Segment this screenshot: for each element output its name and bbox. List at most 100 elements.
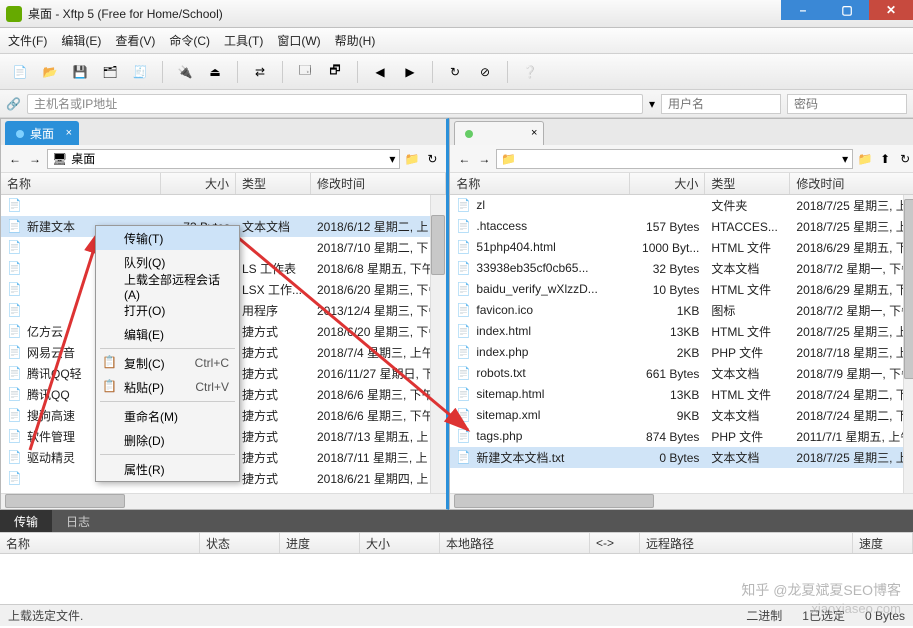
menu-command[interactable]: 命令(C)	[169, 32, 210, 49]
xcol-speed[interactable]: 速度	[853, 533, 913, 553]
separator	[100, 401, 235, 402]
close-icon[interactable]: ×	[66, 127, 72, 139]
table-row[interactable]: 📄.htaccess157 BytesHTACCES...2018/7/25 星…	[450, 216, 913, 237]
context-menu-item[interactable]: 打开(O)	[96, 298, 239, 322]
scrollbar-h[interactable]	[450, 493, 913, 509]
password-input[interactable]	[787, 94, 907, 114]
tb-help-icon[interactable]: ❔	[518, 60, 542, 84]
tab-log[interactable]: 日志	[52, 510, 104, 532]
tb-newwin-icon[interactable]: 🗔	[293, 60, 317, 84]
xcol-remote[interactable]: 远程路径	[640, 533, 853, 553]
table-row[interactable]: 📄sitemap.xml9KB文本文档2018/7/24 星期二, 下	[450, 405, 913, 426]
menu-help[interactable]: 帮助(H)	[335, 32, 376, 49]
titlebar: 桌面 - Xftp 5 (Free for Home/School) – ▢ ✕	[0, 0, 913, 28]
table-row[interactable]: 📄新建文本文档.txt0 Bytes文本文档2018/7/25 星期三, 上	[450, 447, 913, 468]
tb-transfer-icon[interactable]: ⇄	[248, 60, 272, 84]
maximize-button[interactable]: ▢	[825, 0, 869, 20]
xcol-size[interactable]: 大小	[360, 533, 440, 553]
up-icon[interactable]: ⬆	[877, 151, 893, 167]
close-button[interactable]: ✕	[869, 0, 913, 20]
table-row[interactable]: 📄	[1, 195, 446, 216]
col-name[interactable]: 名称	[450, 173, 630, 194]
dropdown-icon[interactable]: ▾	[649, 97, 655, 111]
col-type[interactable]: 类型	[705, 173, 790, 194]
col-name[interactable]: 名称	[1, 173, 161, 194]
newfolder-icon[interactable]: 📁	[857, 151, 873, 167]
menu-edit[interactable]: 编辑(E)	[61, 32, 101, 49]
context-menu-item[interactable]: 重命名(M)	[96, 404, 239, 428]
refresh-icon[interactable]: ↻	[424, 151, 440, 167]
back-icon[interactable]: ←	[7, 151, 23, 167]
refresh-icon[interactable]: ↻	[897, 151, 913, 167]
local-tab[interactable]: 桌面 ×	[5, 121, 79, 145]
table-row[interactable]: 📄index.html13KBHTML 文件2018/7/25 星期三, 上	[450, 321, 913, 342]
table-row[interactable]: 📄favicon.ico1KB图标2018/7/2 星期一, 下午	[450, 300, 913, 321]
menu-view[interactable]: 查看(V)	[115, 32, 155, 49]
table-row[interactable]: 📄51php404.html1000 Byt...HTML 文件2018/6/2…	[450, 237, 913, 258]
table-row[interactable]: 📄baidu_verify_wXlzzD...10 BytesHTML 文件20…	[450, 279, 913, 300]
chevron-down-icon[interactable]: ▾	[842, 152, 848, 166]
context-menu-item[interactable]: 📋复制(C)Ctrl+C	[96, 351, 239, 375]
local-path-combo[interactable]: 🖥 桌面 ▾	[47, 149, 400, 169]
scrollbar-h[interactable]	[1, 493, 446, 509]
table-row[interactable]: 📄zl文件夹2018/7/25 星期三, 上	[450, 195, 913, 216]
local-nav: ← → 🖥 桌面 ▾ 📁 ↻	[1, 145, 446, 173]
remote-file-list[interactable]: 📄zl文件夹2018/7/25 星期三, 上📄.htaccess157 Byte…	[450, 195, 913, 493]
scrollbar[interactable]	[430, 195, 446, 493]
scrollbar[interactable]	[903, 195, 913, 493]
context-menu-item[interactable]: 📋粘贴(P)Ctrl+V	[96, 375, 239, 399]
link-icon: 🔗	[6, 97, 21, 111]
forward-icon[interactable]: →	[476, 151, 492, 167]
col-size[interactable]: 大小	[161, 173, 236, 194]
minimize-button[interactable]: –	[781, 0, 825, 20]
tb-save-icon[interactable]: 💾	[68, 60, 92, 84]
table-row[interactable]: 📄robots.txt661 Bytes文本文档2018/7/9 星期一, 下午	[450, 363, 913, 384]
context-menu-item[interactable]: 删除(D)	[96, 428, 239, 452]
tb-reconnect-icon[interactable]: 🔌	[173, 60, 197, 84]
username-input[interactable]	[661, 94, 781, 114]
col-date[interactable]: 修改时间	[311, 173, 446, 194]
chevron-down-icon[interactable]: ▾	[389, 152, 395, 166]
forward-icon[interactable]: →	[27, 151, 43, 167]
menu-window[interactable]: 窗口(W)	[277, 32, 320, 49]
xcol-local[interactable]: 本地路径	[440, 533, 590, 553]
remote-tab[interactable]: ×	[454, 121, 544, 145]
table-row[interactable]: 📄33938eb35cf0cb65...32 Bytes文本文档2018/7/2…	[450, 258, 913, 279]
tb-cascade-icon[interactable]: 🗗	[323, 60, 347, 84]
tb-forward-icon[interactable]: ▶	[398, 60, 422, 84]
menu-file[interactable]: 文件(F)	[8, 32, 47, 49]
context-menu-item[interactable]: 编辑(E)	[96, 322, 239, 346]
tb-back-icon[interactable]: ◀	[368, 60, 392, 84]
address-bar: 🔗 主机名或IP地址 ▾	[0, 90, 913, 118]
tb-props-icon[interactable]: 🧾	[128, 60, 152, 84]
xcol-name[interactable]: 名称	[0, 533, 200, 553]
close-icon[interactable]: ×	[531, 127, 537, 139]
col-date[interactable]: 修改时间	[790, 173, 913, 194]
tb-session-icon[interactable]: 🗂	[98, 60, 122, 84]
tab-transfer[interactable]: 传输	[0, 510, 52, 532]
remote-path-combo[interactable]: 📁 ▾	[496, 149, 853, 169]
table-row[interactable]: 📄sitemap.html13KBHTML 文件2018/7/24 星期二, 下	[450, 384, 913, 405]
tb-new-icon[interactable]: 📄	[8, 60, 32, 84]
separator	[100, 454, 235, 455]
context-menu-item[interactable]: 属性(R)	[96, 457, 239, 481]
host-input[interactable]: 主机名或IP地址	[27, 94, 643, 114]
ctx-label: 打开(O)	[124, 302, 165, 319]
col-size[interactable]: 大小	[630, 173, 705, 194]
xcol-status[interactable]: 状态	[200, 533, 280, 553]
context-menu-item[interactable]: 上载全部远程会话(A)	[96, 274, 239, 298]
table-row[interactable]: 📄tags.php874 BytesPHP 文件2011/7/1 星期五, 上午	[450, 426, 913, 447]
menu-tools[interactable]: 工具(T)	[224, 32, 263, 49]
col-type[interactable]: 类型	[236, 173, 311, 194]
up-icon[interactable]: 📁	[404, 151, 420, 167]
tb-open-icon[interactable]: 📂	[38, 60, 62, 84]
context-menu-item[interactable]: 传输(T)	[96, 226, 239, 250]
tb-disconnect-icon[interactable]: ⏏	[203, 60, 227, 84]
tb-stop-icon[interactable]: ⊘	[473, 60, 497, 84]
table-row[interactable]: 📄index.php2KBPHP 文件2018/7/18 星期三, 上	[450, 342, 913, 363]
xcol-progress[interactable]: 进度	[280, 533, 360, 553]
xcol-dir[interactable]: <->	[590, 533, 640, 553]
back-icon[interactable]: ←	[456, 151, 472, 167]
context-menu[interactable]: 传输(T)队列(Q)上载全部远程会话(A)打开(O)编辑(E)📋复制(C)Ctr…	[95, 225, 240, 482]
tb-refresh-icon[interactable]: ↻	[443, 60, 467, 84]
